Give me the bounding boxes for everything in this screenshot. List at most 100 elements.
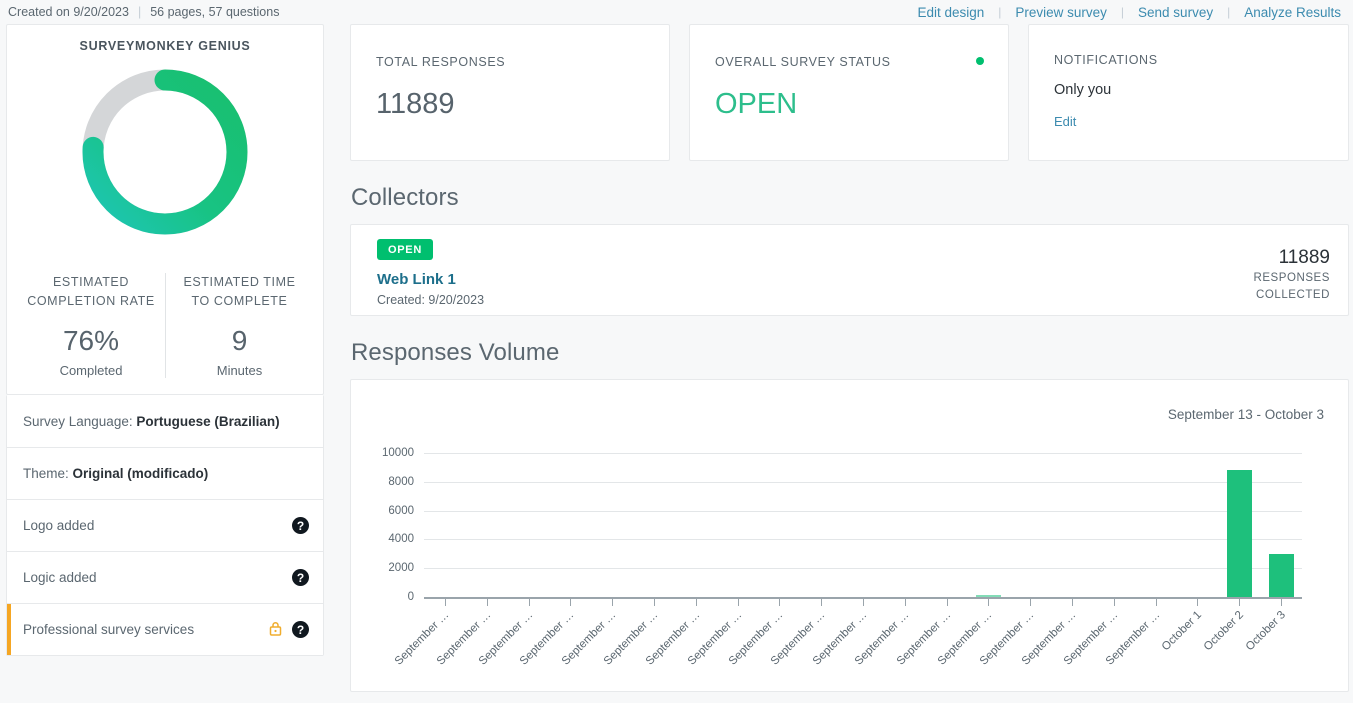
- top-nav: Edit design | Preview survey | Send surv…: [915, 5, 1343, 20]
- sidebar-item-logic-added[interactable]: Logic added ?: [7, 551, 323, 603]
- nav-separator: |: [1120, 5, 1125, 19]
- completion-donut-chart: [82, 69, 248, 235]
- theme-text: Theme: Original (modificado): [23, 466, 209, 481]
- logic-added-label: Logic added: [23, 570, 97, 585]
- professional-survey-services-label: Professional survey services: [23, 622, 195, 637]
- help-icon[interactable]: ?: [292, 517, 309, 534]
- nav-edit-design[interactable]: Edit design: [915, 5, 986, 20]
- sidebar-item-logo-added[interactable]: Logo added ?: [7, 499, 323, 551]
- nav-preview-survey[interactable]: Preview survey: [1013, 5, 1109, 20]
- x-axis-tick: [1113, 599, 1115, 606]
- stat-time-to-complete: ESTIMATED TIME TO COMPLETE 9 Minutes: [165, 273, 313, 378]
- x-axis-tick: [1239, 599, 1241, 606]
- y-axis-tick-label: 0: [407, 591, 414, 603]
- stat-label: ESTIMATED COMPLETION RATE: [27, 275, 155, 308]
- nav-analyze-results[interactable]: Analyze Results: [1242, 5, 1343, 20]
- sidebar: SURVEYMONKEY GENIUS ESTIMATED COMPLETION…: [6, 24, 324, 656]
- x-axis-tick: [821, 599, 823, 606]
- chart-bar[interactable]: [1268, 553, 1294, 597]
- x-axis-tick: [486, 599, 488, 606]
- x-axis-tick: [863, 599, 864, 606]
- main-content: TOTAL RESPONSES 11889 OVERALL SURVEY STA…: [350, 24, 1349, 692]
- notifications-value: Only you: [1054, 82, 1112, 98]
- x-axis-tick: [737, 599, 739, 606]
- x-axis-tick-label: October 3: [1243, 609, 1288, 654]
- pages-questions-count: 56 pages, 57 questions: [150, 5, 280, 19]
- chart-bar[interactable]: [1226, 470, 1252, 597]
- stat-label: ESTIMATED TIME TO COMPLETE: [183, 275, 296, 308]
- collector-row[interactable]: OPEN Web Link 1 Created: 9/20/2023 11889…: [350, 224, 1349, 316]
- stat-value: 76%: [62, 325, 120, 356]
- help-icon[interactable]: ?: [292, 621, 309, 638]
- collector-response-count: 11889 RESPONSES COLLECTED: [1253, 239, 1330, 303]
- notifications-edit-link[interactable]: Edit: [1054, 114, 1076, 129]
- card-label: OVERALL SURVEY STATUS: [715, 55, 891, 69]
- page-body: SURVEYMONKEY GENIUS ESTIMATED COMPLETION…: [0, 24, 1353, 692]
- x-axis-tick: [695, 599, 697, 606]
- stat-sublabel: Completed: [59, 363, 123, 378]
- responses-volume-heading: Responses Volume: [351, 339, 560, 366]
- y-axis-tick-label: 6000: [388, 504, 414, 517]
- x-axis-tick: [1281, 599, 1283, 606]
- summary-cards: TOTAL RESPONSES 11889 OVERALL SURVEY STA…: [350, 24, 1349, 161]
- collectors-heading: Collectors: [351, 184, 459, 211]
- responses-volume-chart-card: September 13 - October 3 0 2000 4000 6000 80…: [350, 379, 1349, 692]
- x-axis-tick: [988, 599, 990, 606]
- y-axis-tick-label: 4000: [388, 533, 414, 546]
- x-axis-tick: [528, 599, 530, 606]
- genius-title: SURVEYMONKEY GENIUS: [79, 39, 251, 53]
- nav-separator: |: [1227, 5, 1231, 19]
- chart-gridline: [424, 539, 1302, 541]
- responses-collected-label-1: RESPONSES: [1253, 272, 1330, 284]
- collector-info: OPEN Web Link 1 Created: 9/20/2023: [377, 239, 484, 307]
- survey-language-text: Survey Language: Portuguese (Brazilian): [23, 413, 280, 429]
- x-axis-tick: [570, 599, 572, 606]
- chart-gridline: [424, 481, 1302, 483]
- genius-card: SURVEYMONKEY GENIUS ESTIMATED COMPLETION…: [6, 24, 324, 395]
- created-date: Created on 9/20/2023: [8, 5, 129, 19]
- collector-created-date: Created: 9/20/2023: [377, 293, 485, 307]
- chart-gridline: [424, 568, 1302, 570]
- x-axis-tick: [653, 599, 655, 606]
- y-axis-tick-label: 2000: [388, 562, 414, 575]
- survey-settings-list: Survey Language: Portuguese (Brazilian) …: [6, 395, 324, 656]
- x-axis-tick: [904, 599, 906, 606]
- sidebar-item-professional-survey-services[interactable]: Professional survey services ?: [7, 603, 323, 655]
- survey-status-value: OPEN: [715, 88, 798, 120]
- stat-value: 9: [231, 325, 248, 356]
- genius-stats: ESTIMATED COMPLETION RATE 76% Completed …: [17, 259, 313, 394]
- survey-status-card: OVERALL SURVEY STATUS OPEN: [689, 24, 1009, 161]
- lock-icon: [269, 621, 282, 639]
- total-responses-card: TOTAL RESPONSES 11889: [350, 24, 670, 161]
- survey-meta: Created on 9/20/2023 | 56 pages, 57 ques…: [8, 5, 279, 19]
- x-axis-tick: [1155, 599, 1157, 606]
- logo-added-label: Logo added: [23, 518, 95, 533]
- x-axis-tick: [946, 599, 948, 606]
- help-icon[interactable]: ?: [292, 569, 309, 586]
- top-bar: Created on 9/20/2023 | 56 pages, 57 ques…: [0, 0, 1353, 24]
- card-label: NOTIFICATIONS: [1054, 53, 1158, 67]
- stat-completion-rate: ESTIMATED COMPLETION RATE 76% Completed: [17, 273, 165, 378]
- responses-collected-count: 11889: [1278, 247, 1330, 268]
- nav-send-survey[interactable]: Send survey: [1136, 5, 1215, 20]
- donut-chart-wrap: [17, 59, 313, 249]
- x-axis-tick: [444, 599, 446, 606]
- meta-separator: |: [137, 5, 142, 19]
- sidebar-item-survey-language[interactable]: Survey Language: Portuguese (Brazilian): [7, 395, 323, 447]
- x-axis-tick: [1197, 599, 1199, 606]
- sidebar-item-theme[interactable]: Theme: Original (modificado): [7, 447, 323, 499]
- chart-gridline: [424, 510, 1302, 512]
- x-axis-tick: [1030, 599, 1032, 606]
- y-axis-tick-label: 8000: [388, 475, 414, 488]
- card-label: TOTAL RESPONSES: [376, 55, 506, 69]
- x-axis-tick-label: October 2: [1201, 609, 1246, 654]
- responses-volume-bar-chart: 0 2000 4000 6000 8000 10000 September … Septemb…: [351, 380, 1348, 691]
- x-axis-tick: [1072, 599, 1074, 606]
- y-axis-tick-label: 10000: [382, 447, 414, 459]
- total-responses-value: 11889: [376, 88, 455, 120]
- chart-gridline: [424, 453, 1302, 454]
- collector-name-link[interactable]: Web Link 1: [377, 271, 484, 288]
- nav-separator: |: [998, 5, 1002, 19]
- notifications-card: NOTIFICATIONS Only you Edit: [1028, 24, 1349, 161]
- stat-sublabel: Minutes: [216, 363, 263, 378]
